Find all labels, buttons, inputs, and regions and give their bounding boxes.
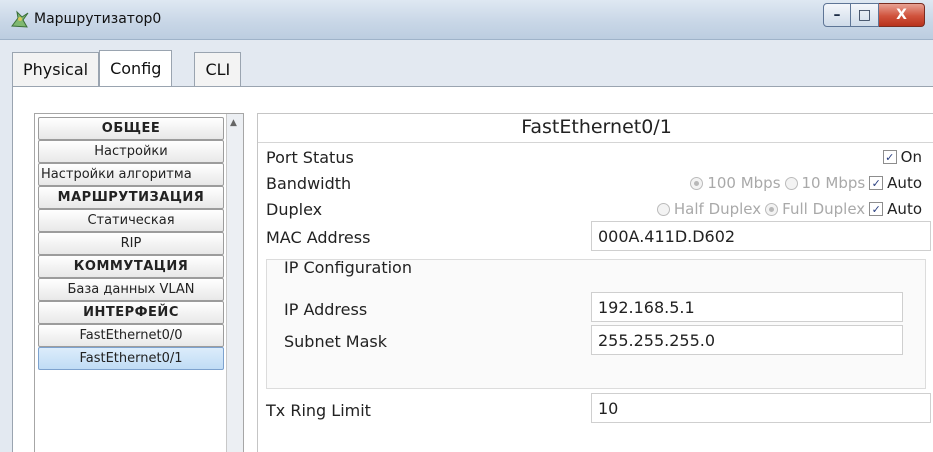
nav-section-switching: КОММУТАЦИЯ: [38, 255, 224, 278]
config-nav-list: ОБЩЕЕ Настройки Настройки алгоритма МАРШ…: [34, 113, 244, 452]
port-status-label: Port Status: [266, 148, 354, 167]
tab-cli[interactable]: CLI: [194, 52, 242, 86]
port-on-checkbox[interactable]: ✓: [882, 150, 897, 164]
window-controls: – □ X: [823, 3, 925, 29]
panel-title: FastEthernet0/1: [521, 116, 672, 138]
nav-section-general: ОБЩЕЕ: [38, 117, 224, 140]
ip-configuration-label: IP Configuration: [284, 258, 412, 277]
nav-label: FastEthernet0/1: [79, 351, 183, 366]
mac-address-value: 000A.411D.D602: [598, 226, 736, 246]
duplex-auto-checkbox[interactable]: ✓: [869, 202, 884, 216]
tx-ring-limit-input[interactable]: 10: [591, 393, 931, 423]
nav-label: FastEthernet0/0: [79, 328, 183, 343]
tx-ring-limit-label: Tx Ring Limit: [266, 401, 371, 420]
bandwidth-label: Bandwidth: [266, 174, 352, 193]
bandwidth-options: 100 Mbps 10 Mbps ✓ Auto: [690, 174, 922, 192]
nav-label: ИНТЕРФЕЙС: [83, 305, 179, 320]
nav-item-algorithm-settings[interactable]: Настройки алгоритма: [38, 163, 224, 186]
bandwidth-100-label: 100 Mbps: [707, 174, 781, 192]
tab-label: Physical: [23, 60, 89, 79]
nav-label: Настройки: [94, 144, 168, 159]
config-content: ОБЩЕЕ Настройки Настройки алгоритма МАРШ…: [12, 86, 933, 452]
router-app-icon: [11, 10, 29, 28]
nav-item-fastethernet0-0[interactable]: FastEthernet0/0: [38, 324, 224, 347]
nav-item-settings[interactable]: Настройки: [38, 140, 224, 163]
subnet-mask-input[interactable]: 255.255.255.0: [591, 325, 903, 355]
duplex-full-radio[interactable]: [765, 202, 779, 216]
duplex-half-label: Half Duplex: [673, 200, 762, 218]
bandwidth-10-radio[interactable]: [784, 176, 798, 190]
ip-configuration-group: [266, 259, 926, 389]
nav-label: МАРШРУТИЗАЦИЯ: [57, 190, 205, 205]
nav-label: Статическая: [87, 213, 175, 228]
scroll-up-icon[interactable]: ▲: [230, 118, 237, 128]
nav-section-interface: ИНТЕРФЕЙС: [38, 301, 224, 324]
nav-item-static[interactable]: Статическая: [38, 209, 224, 232]
nav-items: ОБЩЕЕ Настройки Настройки алгоритма МАРШ…: [38, 117, 224, 370]
nav-label: База данных VLAN: [67, 282, 195, 297]
bandwidth-auto-label: Auto: [887, 174, 922, 192]
minimize-icon: –: [833, 7, 841, 23]
nav-scrollbar[interactable]: ▲: [226, 114, 243, 452]
window-title: Маршрутизатор0: [34, 11, 162, 27]
nav-item-fastethernet0-1[interactable]: FastEthernet0/1: [38, 347, 224, 370]
bandwidth-auto-checkbox[interactable]: ✓: [869, 176, 884, 190]
port-status-options: ✓ On: [882, 148, 922, 166]
tab-bar: Physical Config CLI: [12, 50, 242, 86]
maximize-button[interactable]: □: [851, 3, 879, 27]
close-icon: X: [896, 7, 907, 23]
nav-label: ОБЩЕЕ: [101, 121, 161, 136]
duplex-full-label: Full Duplex: [782, 200, 866, 218]
tab-label: Config: [110, 59, 162, 78]
bandwidth-100-radio[interactable]: [690, 176, 704, 190]
duplex-auto-label: Auto: [887, 200, 922, 218]
nav-label: RIP: [120, 236, 142, 251]
tx-ring-limit-value: 10: [598, 398, 619, 418]
ip-address-value: 192.168.5.1: [598, 297, 695, 317]
subnet-mask-value: 255.255.255.0: [598, 330, 716, 350]
interface-config-panel: FastEthernet0/1 Port Status ✓ On Bandwid…: [257, 113, 933, 452]
nav-section-routing: МАРШРУТИЗАЦИЯ: [38, 186, 224, 209]
maximize-icon: □: [857, 7, 872, 23]
ip-address-input[interactable]: 192.168.5.1: [591, 292, 903, 322]
tab-label: CLI: [205, 60, 231, 79]
mac-address-label: MAC Address: [266, 228, 371, 247]
nav-label: Настройки алгоритма: [41, 167, 192, 182]
duplex-options: Half Duplex Full Duplex ✓ Auto: [656, 200, 922, 218]
main-frame: Physical Config CLI ОБЩЕЕ Настройки Наст…: [0, 40, 933, 452]
nav-item-rip[interactable]: RIP: [38, 232, 224, 255]
title-divider: [258, 142, 933, 143]
ip-address-label: IP Address: [284, 300, 368, 319]
tab-physical[interactable]: Physical: [12, 52, 100, 86]
subnet-mask-label: Subnet Mask: [284, 332, 388, 351]
mac-address-field[interactable]: 000A.411D.D602: [591, 221, 931, 251]
window-titlebar[interactable]: Маршрутизатор0 – □ X: [0, 0, 933, 40]
minimize-button[interactable]: –: [823, 3, 851, 27]
close-button[interactable]: X: [879, 3, 925, 27]
duplex-label: Duplex: [266, 200, 323, 219]
port-on-label: On: [900, 148, 922, 166]
bandwidth-10-label: 10 Mbps: [801, 174, 866, 192]
nav-label: КОММУТАЦИЯ: [73, 259, 189, 274]
nav-item-vlan-database[interactable]: База данных VLAN: [38, 278, 224, 301]
tab-config[interactable]: Config: [99, 50, 173, 86]
duplex-half-radio[interactable]: [656, 202, 670, 216]
